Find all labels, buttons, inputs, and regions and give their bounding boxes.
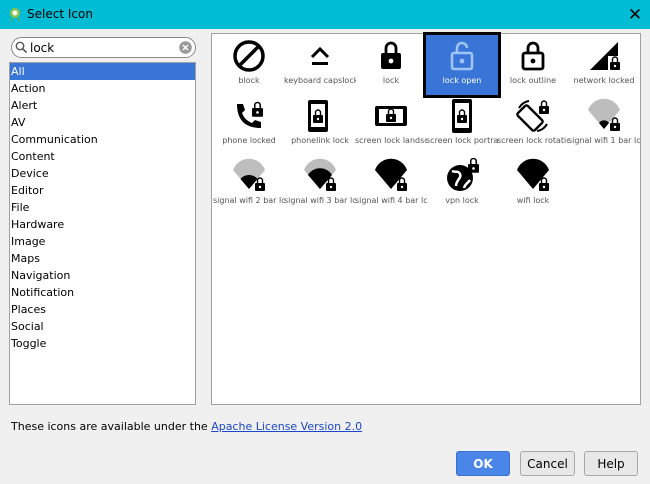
signal-wifi-4-bar-lock-icon bbox=[375, 158, 407, 191]
category-item[interactable]: Editor bbox=[10, 182, 195, 199]
phonelink-lock-icon bbox=[308, 100, 328, 132]
category-item[interactable]: Alert bbox=[10, 97, 195, 114]
icon-grid: block keyboard capslock lock lock open lock … bbox=[211, 32, 641, 405]
license-text: These icons are available under the bbox=[11, 420, 212, 433]
search-icon bbox=[15, 41, 28, 54]
category-item[interactable]: Toggle bbox=[10, 335, 195, 352]
cancel-button[interactable]: Cancel bbox=[520, 451, 575, 476]
icon-label: phonelink lock bbox=[291, 136, 349, 145]
category-item[interactable]: Navigation bbox=[10, 267, 195, 284]
category-item[interactable]: Social bbox=[10, 318, 195, 335]
close-button[interactable]: ✕ bbox=[620, 0, 650, 29]
title-bar: Select Icon ✕ bbox=[0, 0, 650, 29]
icon-cell-screen-lock-rotation[interactable]: screen lock rotatic bbox=[497, 95, 569, 155]
license-note: These icons are available under the Apac… bbox=[11, 420, 362, 433]
icon-cell-signal-wifi-1-bar-lock[interactable]: signal wifi 1 bar lc bbox=[568, 95, 640, 155]
help-button[interactable]: Help bbox=[584, 451, 638, 476]
signal-wifi-2-bar-lock-icon bbox=[233, 158, 265, 191]
category-item[interactable]: Notification bbox=[10, 284, 195, 301]
icon-cell-vpn-lock[interactable]: vpn lock bbox=[426, 155, 498, 215]
icon-label: lock bbox=[382, 76, 400, 85]
icon-label: signal wifi 4 bar lc bbox=[355, 196, 427, 205]
keyboard-capslock-icon bbox=[310, 46, 330, 65]
icon-label: vpn lock bbox=[445, 196, 479, 205]
signal-wifi-1-bar-lock-icon bbox=[588, 98, 620, 131]
category-item[interactable]: Maps bbox=[10, 250, 195, 267]
screen-lock-rotation-icon bbox=[516, 100, 549, 132]
search-input[interactable] bbox=[30, 39, 175, 56]
screen-lock-landscape-icon bbox=[375, 106, 407, 126]
category-item[interactable]: Hardware bbox=[10, 216, 195, 233]
signal-wifi-3-bar-lock-icon bbox=[304, 158, 336, 191]
screen-lock-portrait-icon bbox=[452, 99, 472, 133]
icon-cell-signal-wifi-2-bar-lock[interactable]: signal wifi 2 bar lc bbox=[213, 155, 285, 215]
icon-cell-signal-wifi-3-bar-lock[interactable]: signal wifi 3 bar lc bbox=[284, 155, 356, 215]
category-item[interactable]: Content bbox=[10, 148, 195, 165]
block-icon bbox=[233, 40, 265, 72]
network-locked-icon bbox=[590, 42, 620, 70]
close-icon: ✕ bbox=[627, 4, 643, 25]
lock-icon bbox=[381, 41, 401, 69]
category-item[interactable]: All bbox=[10, 63, 195, 80]
icon-label: signal wifi 2 bar lc bbox=[213, 196, 285, 205]
icon-cell-screen-lock-portrait[interactable]: screen lock portra bbox=[426, 95, 498, 155]
icon-cell-phone-locked[interactable]: phone locked bbox=[213, 95, 285, 155]
wifi-lock-icon bbox=[517, 158, 549, 191]
icon-cell-lock-outline[interactable]: lock outline bbox=[497, 35, 569, 95]
icon-label: wifi lock bbox=[516, 196, 550, 205]
icon-label: lock open bbox=[442, 76, 482, 85]
icon-label: lock outline bbox=[509, 76, 557, 85]
icon-label: screen lock portra bbox=[426, 136, 498, 145]
window-title: Select Icon bbox=[27, 7, 93, 21]
icon-label: phone locked bbox=[222, 136, 276, 145]
icon-cell-phonelink-lock[interactable]: phonelink lock bbox=[284, 95, 356, 155]
icon-label: keyboard capslock bbox=[284, 76, 356, 85]
icon-label: block bbox=[238, 76, 260, 85]
lock-open-icon bbox=[450, 41, 474, 71]
icon-cell-network-locked[interactable]: network locked bbox=[568, 35, 640, 95]
icon-label: screen lock rotatic bbox=[497, 136, 569, 145]
icon-cell-signal-wifi-4-bar-lock[interactable]: signal wifi 4 bar lc bbox=[355, 155, 427, 215]
icon-cell-keyboard-capslock[interactable]: keyboard capslock bbox=[284, 35, 356, 95]
icon-label: signal wifi 3 bar lc bbox=[284, 196, 356, 205]
phone-locked-icon bbox=[237, 101, 263, 128]
search-box bbox=[11, 37, 196, 58]
icon-cell-wifi-lock[interactable]: wifi lock bbox=[497, 155, 569, 215]
category-list: All Action Alert AV Communication Content Devi… bbox=[9, 62, 196, 405]
category-item[interactable]: File bbox=[10, 199, 195, 216]
lock-outline-icon bbox=[521, 41, 545, 71]
category-item[interactable]: AV bbox=[10, 114, 195, 131]
icon-cell-screen-lock-landscape[interactable]: screen lock landsc bbox=[355, 95, 427, 155]
icon-label: network locked bbox=[573, 76, 635, 85]
category-item[interactable]: Communication bbox=[10, 131, 195, 148]
category-item[interactable]: Places bbox=[10, 301, 195, 318]
icon-label: screen lock landsc bbox=[355, 136, 427, 145]
category-item[interactable]: Image bbox=[10, 233, 195, 250]
icon-label: signal wifi 1 bar lc bbox=[568, 136, 640, 145]
vpn-lock-icon bbox=[447, 158, 479, 191]
icon-cell-lock[interactable]: lock bbox=[355, 35, 427, 95]
category-item[interactable]: Action bbox=[10, 80, 195, 97]
clear-search-icon[interactable] bbox=[179, 41, 192, 54]
icon-cell-lock-open[interactable]: lock open bbox=[423, 32, 501, 98]
ok-button[interactable]: OK bbox=[456, 451, 510, 476]
category-item[interactable]: Device bbox=[10, 165, 195, 182]
license-link[interactable]: Apache License Version 2.0 bbox=[211, 420, 362, 433]
android-studio-icon bbox=[10, 8, 20, 21]
icon-cell-block[interactable]: block bbox=[213, 35, 285, 95]
